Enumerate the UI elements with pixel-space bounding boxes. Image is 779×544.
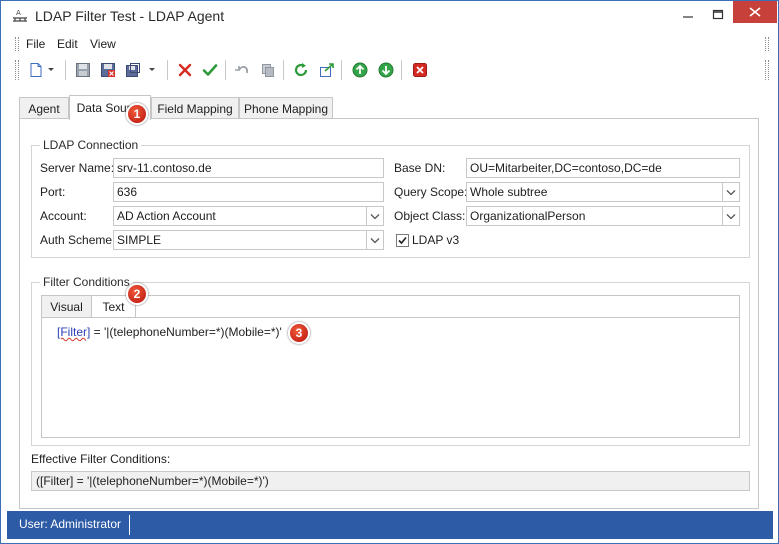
account-label: Account:	[40, 209, 87, 223]
close-button[interactable]	[733, 1, 777, 23]
save-button[interactable]	[72, 59, 94, 81]
menu-file[interactable]: File	[26, 37, 45, 51]
checkmark-icon	[398, 236, 407, 245]
chevron-down-icon	[370, 237, 380, 243]
status-bar: User: Administrator	[7, 511, 773, 539]
tab-agent[interactable]: Agent	[19, 97, 69, 119]
maximize-icon	[712, 9, 724, 20]
base-dn-label: Base DN:	[394, 161, 446, 175]
svg-text:A: A	[16, 9, 21, 17]
tab-phone-mapping[interactable]: Phone Mapping	[239, 97, 333, 119]
toolbar-separator	[65, 60, 66, 80]
save-close-icon	[101, 63, 115, 77]
toolbar-separator	[341, 60, 342, 80]
maximize-button[interactable]	[703, 1, 733, 27]
menu-view[interactable]: View	[90, 37, 116, 51]
query-scope-value: Whole subtree	[470, 185, 548, 199]
delete-button[interactable]	[174, 59, 196, 81]
app-window: A LDAP Filter Test - LDAP Agent File Edi…	[0, 0, 779, 544]
object-class-label: Object Class:	[394, 209, 466, 223]
ldap-v3-checkbox[interactable]	[396, 234, 409, 247]
base-dn-field[interactable]: OU=Mitarbeiter,DC=contoso,DC=de	[466, 158, 740, 178]
object-class-value: OrganizationalPerson	[470, 209, 586, 223]
copy-icon	[262, 64, 274, 77]
toolbar-separator	[167, 60, 168, 80]
object-class-dropdown-button[interactable]	[722, 207, 739, 225]
move-down-button[interactable]	[375, 59, 397, 81]
tab-field-mapping[interactable]: Field Mapping	[151, 97, 239, 119]
object-class-select[interactable]: OrganizationalPerson	[466, 206, 740, 226]
account-value: AD Action Account	[117, 209, 216, 223]
confirm-button[interactable]	[199, 59, 221, 81]
ldap-v3-label[interactable]: LDAP v3	[412, 233, 459, 247]
minimize-icon	[683, 16, 693, 18]
filter-keyword: [Filter]	[57, 325, 91, 339]
filter-expression: = '|(telephoneNumber=*)(Mobile=*)'	[90, 325, 282, 339]
filter-conditions-title: Filter Conditions	[40, 275, 133, 289]
filter-expression-line: [Filter] = '|(telephoneNumber=*)(Mobile=…	[57, 325, 282, 339]
callout-badge-2: 2	[126, 283, 148, 305]
new-icon	[30, 63, 42, 77]
status-user: User: Administrator	[19, 517, 122, 531]
window-title: LDAP Filter Test - LDAP Agent	[35, 8, 225, 24]
port-field[interactable]: 636	[113, 182, 384, 202]
export-button[interactable]	[316, 59, 338, 81]
copy-button[interactable]	[257, 59, 279, 81]
chevron-down-icon	[726, 189, 736, 195]
refresh-button[interactable]	[290, 59, 312, 81]
close-icon	[749, 7, 761, 17]
close-record-icon	[413, 63, 427, 77]
undo-button[interactable]	[231, 59, 253, 81]
minimize-button[interactable]	[673, 1, 703, 27]
save-close-button[interactable]	[97, 59, 119, 81]
move-up-button[interactable]	[349, 59, 371, 81]
ldap-connection-title: LDAP Connection	[40, 138, 142, 152]
close-record-button[interactable]	[409, 59, 431, 81]
toolbar-separator	[283, 60, 284, 80]
filter-text-editor[interactable]: [Filter] = '|(telephoneNumber=*)(Mobile=…	[41, 317, 740, 438]
toolbar-separator	[225, 60, 226, 80]
title-bar: A LDAP Filter Test - LDAP Agent	[1, 1, 778, 32]
undo-icon	[235, 66, 248, 74]
auth-scheme-label: Auth Scheme:	[40, 233, 116, 247]
save-as-icon	[126, 63, 140, 77]
menu-edit[interactable]: Edit	[57, 37, 78, 51]
auth-scheme-value: SIMPLE	[117, 233, 162, 247]
save-icon	[76, 63, 90, 77]
ldap-app-icon: A	[11, 8, 29, 24]
arrow-up-circle-icon	[352, 62, 368, 78]
effective-filter-field: ([Filter] = '|(telephoneNumber=*)(Mobile…	[31, 471, 750, 491]
menu-bar: File Edit View	[15, 34, 771, 54]
port-label: Port:	[40, 185, 66, 199]
status-separator	[129, 515, 130, 535]
new-button[interactable]	[25, 59, 47, 81]
delete-icon	[178, 63, 192, 77]
chevron-down-icon	[149, 68, 155, 71]
query-scope-label: Query Scope:	[394, 185, 468, 199]
auth-scheme-dropdown-button[interactable]	[366, 231, 383, 249]
query-scope-dropdown-button[interactable]	[722, 183, 739, 201]
chevron-down-icon	[726, 213, 736, 219]
auth-scheme-select[interactable]: SIMPLE	[113, 230, 384, 250]
tab-visual[interactable]: Visual	[42, 296, 92, 318]
arrow-down-circle-icon	[378, 62, 394, 78]
chevron-down-icon	[370, 213, 380, 219]
callout-badge-1: 1	[126, 103, 148, 125]
checkmark-icon	[202, 64, 218, 76]
save-as-dropdown-button[interactable]	[146, 59, 158, 81]
callout-badge-3: 3	[288, 322, 310, 344]
account-dropdown-button[interactable]	[366, 207, 383, 225]
toolbar	[15, 57, 771, 85]
effective-filter-label: Effective Filter Conditions:	[31, 452, 171, 466]
toolbar-separator	[401, 60, 402, 80]
account-select[interactable]: AD Action Account	[113, 206, 384, 226]
chevron-down-icon	[48, 68, 54, 71]
refresh-icon	[294, 63, 308, 77]
query-scope-select[interactable]: Whole subtree	[466, 182, 740, 202]
server-name-field[interactable]: srv-11.contoso.de	[113, 158, 384, 178]
new-dropdown-button[interactable]	[45, 59, 57, 81]
export-icon	[320, 63, 334, 77]
save-as-button[interactable]	[122, 59, 144, 81]
server-name-label: Server Name:	[40, 161, 115, 175]
